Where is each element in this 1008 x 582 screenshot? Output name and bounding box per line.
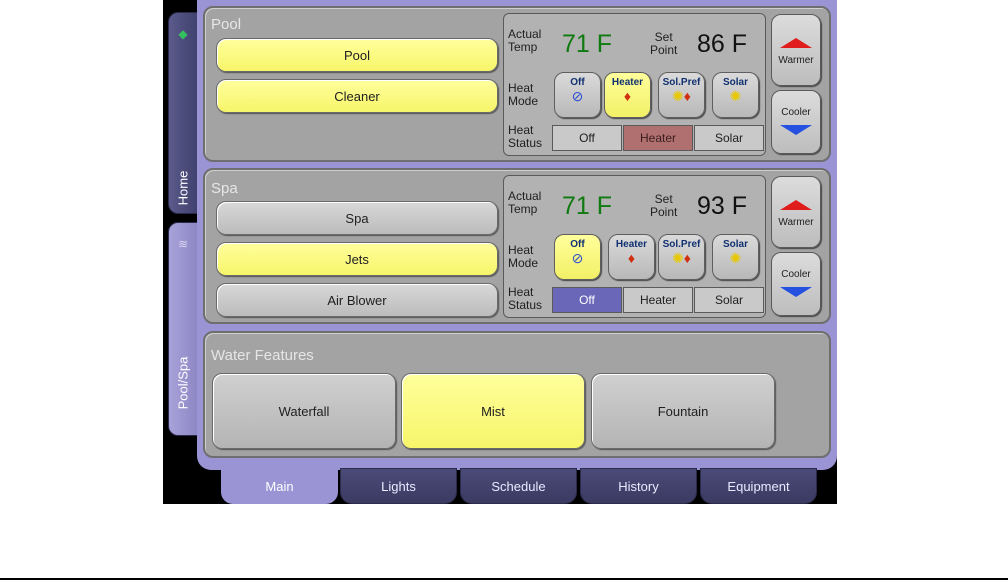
cooler-arrow-icon	[780, 125, 812, 135]
pool-button[interactable]: Pool	[216, 38, 498, 72]
pool-panel: Pool Pool Cleaner Actual Temp 71 F Set P…	[203, 6, 831, 162]
mist-button[interactable]: Mist	[401, 373, 585, 449]
spa-actual-temp-label: Actual Temp	[508, 189, 542, 216]
spa-panel-title: Spa	[211, 180, 238, 197]
no-symbol-icon: ⊘	[571, 88, 584, 104]
pool-status-heater: Heater	[623, 125, 693, 151]
spa-cooler-button[interactable]: Cooler	[771, 252, 821, 316]
pool-set-point-label: Set Point	[650, 30, 678, 57]
side-tab-pool-spa[interactable]: ≋ Pool/Spa	[168, 222, 198, 436]
fountain-button[interactable]: Fountain	[591, 373, 775, 449]
pool-mode-sol-pref[interactable]: Sol.Pref ✺♦	[658, 72, 705, 118]
main-frame: Pool Pool Cleaner Actual Temp 71 F Set P…	[197, 0, 837, 470]
spa-mode-heater[interactable]: Heater ♦	[608, 234, 655, 280]
pool-heat-status: Off Heater Solar	[552, 125, 765, 151]
pool-panel-title: Pool	[211, 16, 242, 33]
pool-heat-mode-label: Heat Mode	[508, 81, 539, 108]
bottom-divider	[0, 578, 1008, 580]
spa-heat-mode-label: Heat Mode	[508, 243, 539, 270]
spa-panel: Spa Spa Jets Air Blower Actual Temp 71 F…	[203, 168, 831, 324]
cooler-arrow-icon	[780, 287, 812, 297]
tab-main[interactable]: Main	[221, 468, 338, 504]
pool-status-solar: Solar	[694, 125, 764, 151]
sun-flame-icon: ✺♦	[672, 88, 691, 104]
pool-mode-off[interactable]: Off ⊘	[554, 72, 601, 118]
spa-actual-temp: 71 F	[562, 192, 613, 220]
waves-icon: ≋	[177, 237, 189, 251]
waterfall-button[interactable]: Waterfall	[212, 373, 396, 449]
water-features-panel: Water Features Waterfall Mist Fountain	[203, 331, 831, 458]
spa-status-heater: Heater	[623, 287, 693, 313]
side-tab-pool-spa-label: Pool/Spa	[175, 356, 191, 410]
warmer-arrow-icon	[780, 200, 812, 210]
tab-history[interactable]: History	[580, 468, 697, 504]
warmer-arrow-icon	[780, 38, 812, 48]
pool-warmer-button[interactable]: Warmer	[771, 14, 821, 86]
side-tab-home-label: Home	[175, 170, 191, 206]
spa-mode-off[interactable]: Off ⊘	[554, 234, 601, 280]
flame-icon: ♦	[623, 88, 632, 104]
side-tab-home[interactable]: ◆ Home	[168, 12, 198, 214]
spa-status-solar: Solar	[694, 287, 764, 313]
pool-actual-temp: 71 F	[562, 30, 613, 58]
flame-icon: ♦	[627, 250, 636, 266]
spa-set-point-label: Set Point	[650, 192, 678, 219]
pool-set-point: 86 F	[697, 30, 748, 58]
spa-status-off: Off	[552, 287, 622, 313]
spa-button[interactable]: Spa	[216, 201, 498, 235]
pool-mode-solar[interactable]: Solar ✺	[712, 72, 759, 118]
water-features-title: Water Features	[211, 347, 314, 364]
jets-button[interactable]: Jets	[216, 242, 498, 276]
pool-cooler-button[interactable]: Cooler	[771, 90, 821, 154]
tab-equipment[interactable]: Equipment	[700, 468, 817, 504]
sun-icon: ✺	[729, 250, 742, 266]
no-symbol-icon: ⊘	[571, 250, 584, 266]
spa-heat-status-label: Heat Status	[508, 285, 543, 312]
air-blower-button[interactable]: Air Blower	[216, 283, 498, 317]
cleaner-button[interactable]: Cleaner	[216, 79, 498, 113]
spa-heat-box: Actual Temp 71 F Set Point 93 F Heat Mod…	[503, 175, 766, 318]
sun-icon: ✺	[729, 88, 742, 104]
spa-mode-solar[interactable]: Solar ✺	[712, 234, 759, 280]
pool-status-off: Off	[552, 125, 622, 151]
pool-controller-app: ◆ Home ≋ Pool/Spa Pool Pool Cleaner Actu…	[163, 0, 837, 504]
pool-heat-box: Actual Temp 71 F Set Point 86 F Heat Mod…	[503, 13, 766, 156]
tab-lights[interactable]: Lights	[340, 468, 457, 504]
spa-set-point: 93 F	[697, 192, 748, 220]
pool-heat-status-label: Heat Status	[508, 123, 543, 150]
tab-schedule[interactable]: Schedule	[460, 468, 577, 504]
sun-flame-icon: ✺♦	[672, 250, 691, 266]
spa-mode-sol-pref[interactable]: Sol.Pref ✺♦	[658, 234, 705, 280]
pool-actual-temp-label: Actual Temp	[508, 27, 542, 54]
spa-heat-status: Off Heater Solar	[552, 287, 765, 313]
pool-mode-heater[interactable]: Heater ♦	[604, 72, 651, 118]
arrow-icon: ◆	[178, 27, 188, 41]
spa-warmer-button[interactable]: Warmer	[771, 176, 821, 248]
